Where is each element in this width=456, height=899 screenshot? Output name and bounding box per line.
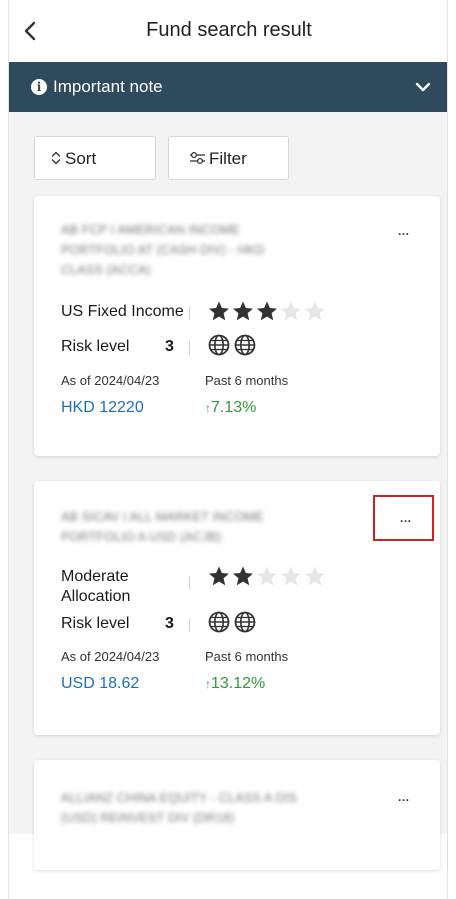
divider [189,618,190,632]
performance-period: Past 6 months [205,373,289,388]
info-icon: i [31,79,47,95]
globe-icon [234,334,256,356]
fund-category: US Fixed Income [61,303,184,320]
page-title: Fund search result [146,19,312,41]
star-filled-icon [209,301,229,321]
app-header: Fund search result [9,0,447,62]
star-empty-icon [257,566,277,586]
results-area: Fund search result i Important note Sort [9,0,447,870]
fund-card[interactable]: AB SICAV I ALL MARKET INCOME PORTFOLIO A… [34,481,440,735]
globe-rating [208,611,260,638]
divider [189,306,190,320]
highlight-box [373,495,434,541]
sort-label: Sort [65,149,97,168]
fund-name: AB FCP I AMERICAN INCOME PORTFOLIO AT (C… [61,223,265,277]
fund-card[interactable]: ALLIANZ CHINA EQUITY - CLASS A DIS (USD)… [34,760,440,870]
globe-icon [208,611,230,633]
globe-rating [208,334,260,361]
star-rating [208,565,328,587]
important-note-label: Important note [53,77,163,96]
star-filled-icon [233,301,253,321]
filter-button[interactable]: Filter [168,136,289,180]
filter-label: Filter [209,149,247,168]
risk-level-value: 3 [165,615,174,632]
star-filled-icon [209,566,229,586]
risk-level-label: Risk level [61,615,130,632]
performance-change: ↑7.13% [205,399,257,416]
star-rating [208,300,328,322]
fund-price: USD 18.62 [61,675,140,692]
important-note-bar[interactable]: i Important note [9,62,447,112]
star-empty-icon [305,566,325,586]
phone-screen: Fund search result i Important note Sort [8,0,448,899]
fund-category: Moderate Allocation [61,568,131,605]
as-of-date: As of 2024/04/23 [61,649,160,664]
performance-period: Past 6 months [205,649,289,664]
star-empty-icon [281,301,301,321]
risk-level-value: 3 [165,338,174,355]
fund-price: HKD 12220 [61,399,144,416]
star-empty-icon [305,301,325,321]
filter-icon [190,151,205,165]
more-options-button[interactable]: … [392,790,416,810]
divider [189,341,190,355]
sort-icon [51,151,61,165]
globe-icon [208,334,230,356]
more-options-button[interactable]: … [392,224,416,244]
fund-name: AB SICAV I ALL MARKET INCOME PORTFOLIO A… [61,510,264,544]
chevron-down-icon[interactable] [415,80,431,94]
performance-change: ↑13.12% [205,675,266,692]
star-empty-icon [281,566,301,586]
fund-name: ALLIANZ CHINA EQUITY - CLASS A DIS (USD)… [61,791,297,825]
as-of-date: As of 2024/04/23 [61,373,160,388]
globe-icon [234,611,256,633]
divider [189,576,190,590]
star-filled-icon [257,301,277,321]
sort-button[interactable]: Sort [34,136,156,180]
star-filled-icon [233,566,253,586]
risk-level-label: Risk level [61,338,130,355]
fund-card[interactable]: AB FCP I AMERICAN INCOME PORTFOLIO AT (C… [34,196,440,456]
